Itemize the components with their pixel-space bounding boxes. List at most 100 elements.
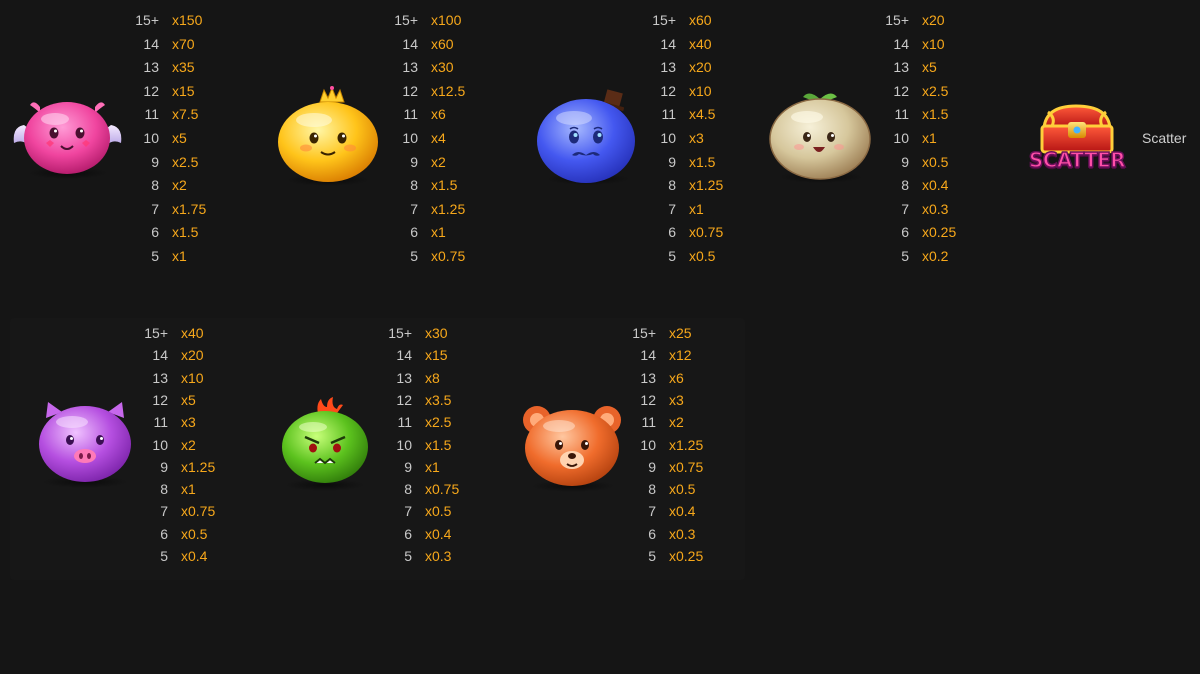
symbol-count: 13 [152, 369, 168, 386]
symbol-count: 14 [660, 35, 676, 52]
symbol-count: 10 [402, 130, 418, 146]
symbol-count: 7 [160, 503, 168, 520]
symbol-count: 11 [144, 106, 159, 123]
symbol-count: 9 [151, 153, 159, 170]
symbol-count: 8 [160, 481, 168, 498]
symbol-count: 10 [396, 436, 412, 453]
symbol-count: 14 [893, 35, 909, 52]
payout-multiplier: x20 [922, 12, 945, 28]
symbol-count: 8 [410, 177, 418, 194]
blue-tophat-blob-icon [537, 89, 635, 183]
symbol-count: 9 [410, 153, 418, 170]
payout-multiplier: x70 [172, 35, 195, 52]
symbol-count: 7 [410, 200, 418, 217]
payout-multiplier: x4.5 [689, 106, 716, 123]
scatter-logo-text: SCATTER [1028, 147, 1126, 173]
symbol-count: 5 [648, 548, 656, 564]
symbol-count: 10 [893, 130, 909, 146]
symbol-count: 8 [648, 481, 656, 498]
symbol-orange-bear [517, 400, 627, 492]
symbol-count: 7 [648, 503, 656, 520]
symbol-count: 13 [396, 369, 412, 386]
payout-multiplier: x0.75 [425, 481, 460, 498]
symbol-count: 8 [668, 177, 676, 194]
symbol-count: 6 [404, 525, 412, 542]
symbol-beige-sprout [765, 85, 875, 185]
payout-multiplier: x8 [425, 369, 440, 386]
payout-multiplier: x0.25 [669, 548, 704, 564]
payout-multiplier: x1.25 [181, 458, 216, 475]
symbol-count: 7 [668, 200, 676, 217]
symbol-count: 5 [668, 248, 676, 264]
symbol-count: 6 [901, 224, 909, 241]
payout-multiplier: x0.5 [181, 525, 208, 542]
symbol-count: 15+ [885, 12, 909, 28]
symbol-count: 13 [143, 59, 159, 76]
payout-multiplier: x4 [431, 130, 446, 146]
payout-multiplier: x25 [669, 325, 692, 341]
symbol-count: 8 [151, 177, 159, 194]
payout-multiplier: x0.75 [669, 458, 704, 475]
payout-multiplier: x1 [431, 224, 446, 241]
payout-multiplier: x15 [425, 347, 448, 364]
symbol-count: 6 [160, 525, 168, 542]
symbol-count: 13 [402, 59, 418, 76]
symbol-count: 9 [160, 458, 168, 475]
scatter-label: Scatter [1142, 130, 1187, 146]
payout-multiplier: x3.5 [425, 391, 452, 408]
payout-multiplier: x6 [431, 106, 446, 123]
payout-multiplier: x1 [425, 458, 440, 475]
payout-multiplier: x5 [922, 59, 937, 76]
payout-multiplier: x2 [431, 153, 446, 170]
payout-multiplier: x7.5 [172, 106, 199, 123]
payout-multiplier: x0.5 [425, 503, 452, 520]
payout-multiplier: x0.2 [922, 248, 949, 264]
symbol-count: 14 [396, 347, 412, 364]
symbol-count: 11 [894, 106, 909, 123]
payout-multiplier: x0.75 [431, 248, 466, 264]
symbol-count: 9 [901, 153, 909, 170]
payout-multiplier: x15 [172, 82, 195, 99]
payout-multiplier: x1.5 [425, 436, 452, 453]
payout-multiplier: x0.75 [689, 224, 724, 241]
symbol-count: 9 [404, 458, 412, 475]
payout-multiplier: x1 [922, 130, 937, 146]
symbol-count: 11 [641, 414, 656, 431]
symbol-count: 5 [160, 548, 168, 564]
symbol-purple-pig [30, 398, 140, 488]
symbol-count: 5 [901, 248, 909, 264]
payout-multiplier: x0.5 [669, 481, 696, 498]
payout-multiplier: x2.5 [172, 153, 199, 170]
symbol-count: 8 [404, 481, 412, 498]
symbol-count: 14 [402, 35, 418, 52]
symbol-count: 5 [410, 248, 418, 264]
symbol-count: 11 [661, 106, 676, 123]
payout-multiplier: x1.75 [172, 200, 207, 217]
symbol-count: 12 [396, 391, 412, 408]
payout-multiplier: x20 [689, 59, 712, 76]
payout-multiplier: x0.4 [425, 525, 452, 542]
payout-multiplier: x1.5 [172, 224, 199, 241]
symbol-count: 6 [648, 525, 656, 542]
symbol-count: 7 [151, 200, 159, 217]
symbol-count: 6 [151, 224, 159, 241]
payout-multiplier: x2 [181, 436, 196, 453]
payout-multiplier: x60 [431, 35, 454, 52]
symbol-count: 15+ [394, 12, 418, 28]
symbol-scatter: SCATTER [1022, 100, 1132, 180]
payout-multiplier: x40 [689, 35, 712, 52]
payout-multiplier: x3 [689, 130, 704, 146]
symbol-count: 7 [404, 503, 412, 520]
payout-multiplier: x5 [172, 130, 187, 146]
payout-multiplier: x5 [181, 391, 196, 408]
payout-multiplier: x20 [181, 347, 204, 364]
payout-multiplier: x12.5 [431, 82, 466, 99]
payout-multiplier: x1 [689, 200, 704, 217]
symbol-count: 12 [893, 82, 909, 99]
symbol-count: 12 [143, 82, 159, 99]
symbol-count: 9 [668, 153, 676, 170]
symbol-count: 10 [143, 130, 159, 146]
purple-pig-blob-icon [39, 402, 131, 482]
symbol-count: 15+ [632, 325, 656, 341]
green-flame-blob-icon [282, 397, 368, 483]
